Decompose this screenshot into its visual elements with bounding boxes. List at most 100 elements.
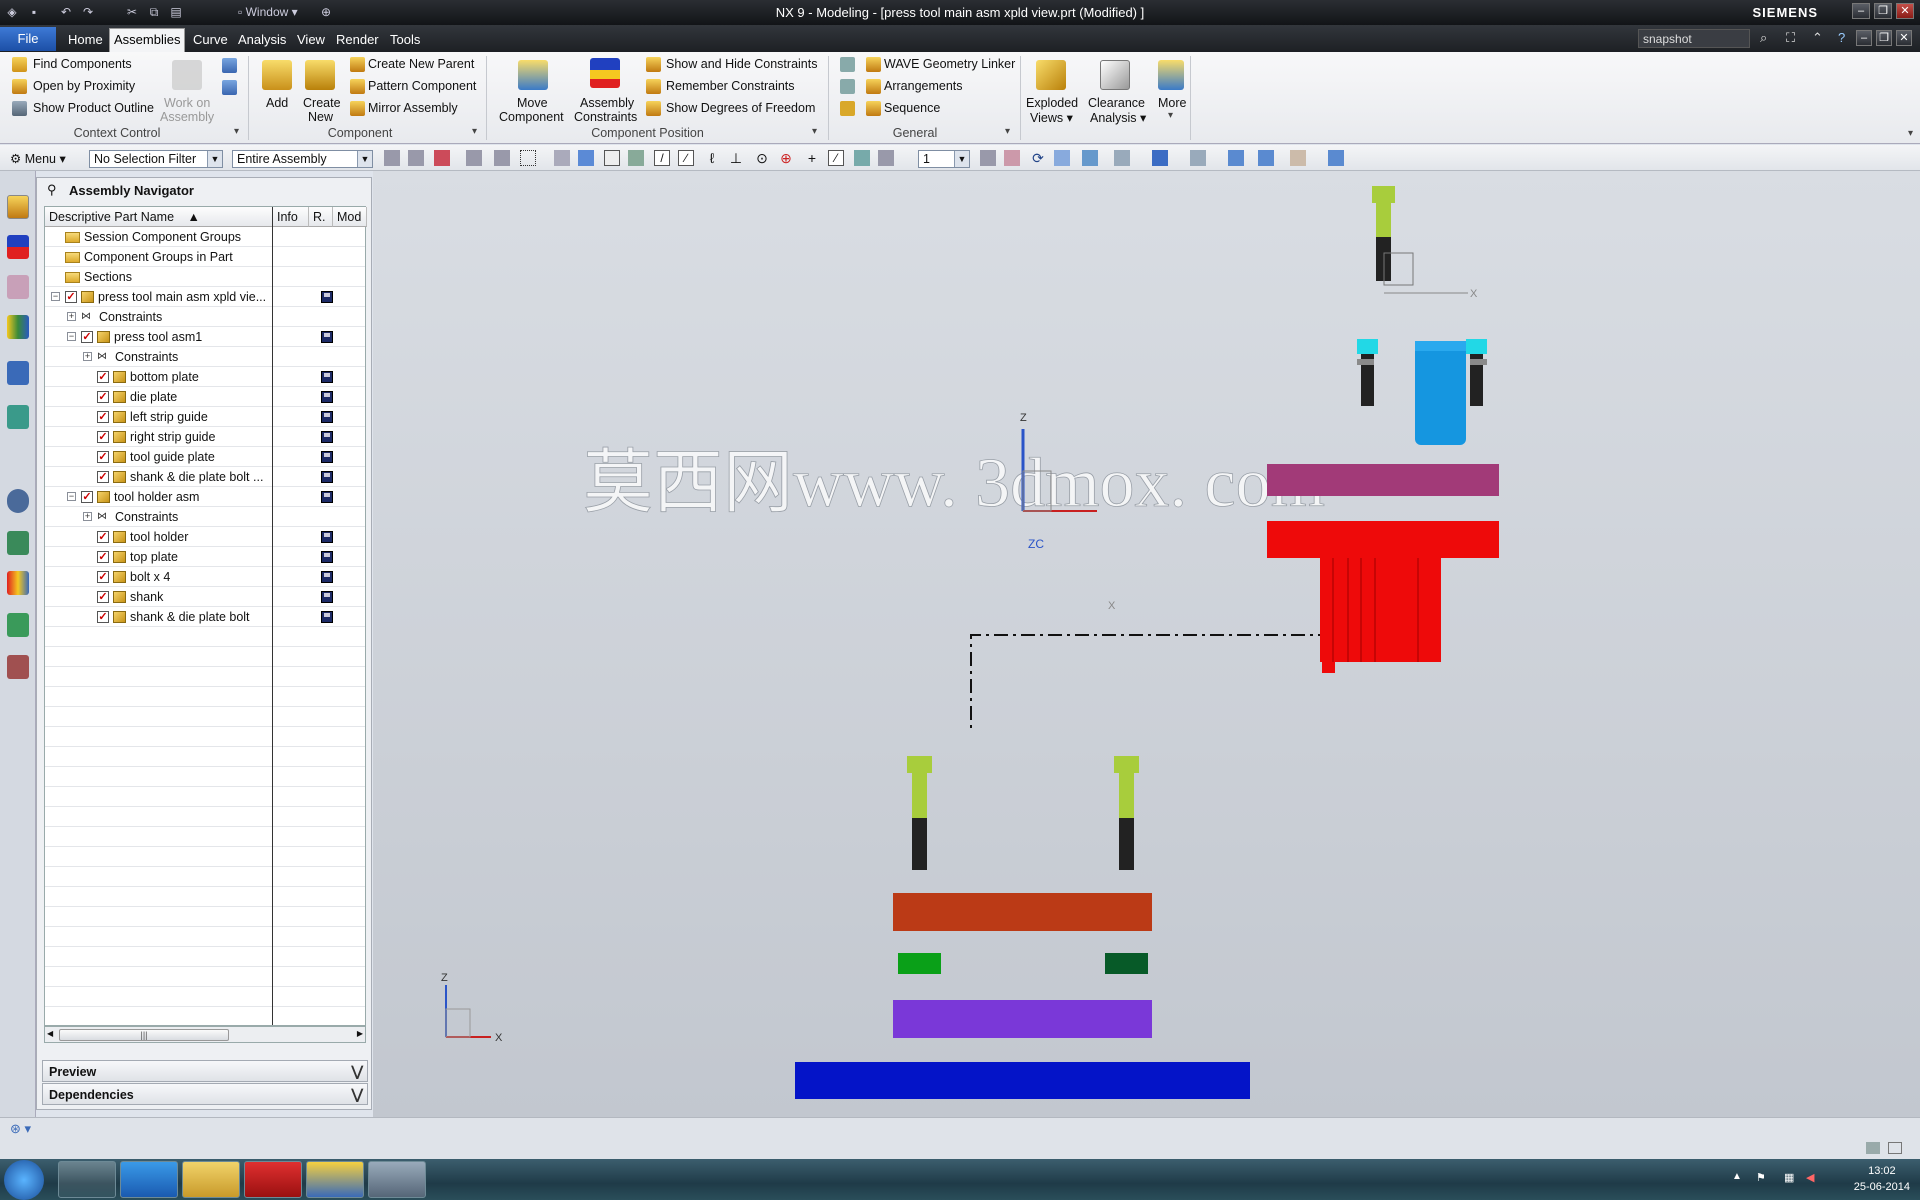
assembly-constraints-label-2[interactable]: Constraints [574,110,637,124]
tree-row[interactable]: ✓ top plate [45,547,365,567]
move-component-label-1[interactable]: Move [517,96,548,110]
doc-close-icon[interactable]: ✕ [1896,30,1912,46]
tab-analysis[interactable]: Analysis [234,29,290,51]
column-header-info[interactable]: Info [273,207,309,227]
assembly-constraints-label-1[interactable]: Assembly [580,96,634,110]
bottom-plate[interactable] [795,1062,1250,1099]
top-plate[interactable] [1267,464,1499,496]
assembly-navigator-icon[interactable] [7,195,29,219]
fit-window-icon[interactable]: ⛶ [1786,30,1795,46]
visibility-checkbox[interactable]: ✓ [81,331,93,343]
command-search-input[interactable] [1638,29,1750,48]
tree-row[interactable]: − ✓ press tool asm1 [45,327,365,347]
cue-line-icon[interactable]: ⊛ ▾ [10,1121,31,1137]
work-on-assembly-label-2[interactable]: Assembly [160,110,214,124]
remember-constraints-button[interactable]: Remember Constraints [666,79,795,93]
tree-row[interactable]: ✓ shank [45,587,365,607]
help-icon[interactable]: ? [1838,30,1845,45]
roles-icon[interactable] [7,613,29,637]
tree-row[interactable]: ✓ bottom plate [45,367,365,387]
tab-curve[interactable]: Curve [189,29,232,51]
close-icon[interactable]: ✕ [1896,3,1914,19]
visibility-checkbox[interactable]: ✓ [97,531,109,543]
work-layer-select[interactable]: 1 ▼ [918,150,970,168]
chevron-down-icon[interactable]: ▾ [234,126,239,137]
show-hide-constraints-button[interactable]: Show and Hide Constraints [666,57,817,71]
end-point-icon[interactable]: / [654,150,670,166]
taskbar-app-paint-icon[interactable] [58,1161,116,1198]
tree-row[interactable]: + ⋈ Constraints [45,507,365,527]
layer-settings-icon[interactable] [878,150,894,166]
collapse-icon[interactable]: − [51,292,60,301]
restore-icon[interactable]: ❐ [1874,3,1892,19]
tree-row[interactable]: ✓ shank & die plate bolt [45,607,365,627]
show-hide-icon[interactable] [1228,150,1244,166]
tool-guide-plate[interactable] [893,1000,1152,1038]
wcs-icon[interactable] [1114,150,1130,166]
visibility-checkbox[interactable]: ✓ [97,611,109,623]
bolt-top-shank[interactable] [1376,203,1391,237]
collapse-icon[interactable]: − [67,492,76,501]
exploded-views-label-2[interactable]: Views ▾ [1030,110,1073,125]
scroll-right-icon[interactable]: ▶ [357,1029,363,1038]
tray-network-icon[interactable]: ▦ [1784,1171,1794,1184]
chevron-down-icon[interactable]: ▾ [1005,126,1010,137]
system-materials-icon[interactable] [7,531,29,555]
system-scenes-icon[interactable] [7,655,29,679]
tab-file[interactable]: File [0,27,56,51]
mirror-assembly-button[interactable]: Mirror Assembly [368,101,458,115]
arrangements-button[interactable]: Arrangements [884,79,963,93]
bolt-die-right-head[interactable] [1114,756,1139,773]
column-header-modified[interactable]: Mod [333,207,367,227]
reset-filter-icon[interactable] [408,150,424,166]
tree-row[interactable]: − ✓ press tool main asm xpld vie... [45,287,365,307]
reuse-library-icon[interactable] [7,315,29,339]
visibility-checkbox[interactable]: ✓ [97,411,109,423]
tab-render[interactable]: Render [332,29,383,51]
die-plate[interactable] [893,893,1152,931]
web-browser-icon[interactable] [7,405,29,429]
visibility-checkbox[interactable]: ✓ [97,391,109,403]
chevron-down-icon[interactable]: ▾ [1168,110,1173,121]
collapse-icon[interactable]: − [67,332,76,341]
group-select-icon[interactable] [628,150,644,166]
sequence-button[interactable]: Sequence [884,101,940,115]
taskbar-clock[interactable]: 13:02 25-06-2014 [1854,1163,1910,1195]
section-view-icon[interactable] [1190,150,1206,166]
minimize-icon[interactable]: – [1852,3,1870,19]
preview-section[interactable]: Preview ⋁ [42,1060,368,1082]
status-option-icon[interactable] [1888,1142,1902,1154]
menu-button[interactable]: ⚙ Menu ▾ [10,151,66,166]
rectangle-select-icon[interactable] [520,150,536,166]
create-new-label-1[interactable]: Create [303,96,341,110]
tab-assemblies[interactable]: Assemblies [109,28,186,52]
bolt-die-right-shank[interactable] [1119,773,1134,818]
hd3d-tools-icon[interactable] [7,361,29,385]
create-new-label-2[interactable]: New [308,110,333,124]
tree-row[interactable]: ✓ die plate [45,387,365,407]
left-strip-guide[interactable] [898,953,941,974]
control-point-icon[interactable]: ℓ [704,150,720,166]
taskbar-acrobat-icon[interactable] [244,1161,302,1198]
pattern-component-button[interactable]: Pattern Component [368,79,476,93]
bolt-die-right[interactable] [1114,756,1139,870]
expand-icon[interactable]: + [67,312,76,321]
point-on-curve-icon[interactable]: ⁄ [828,150,844,166]
scrollbar-thumb[interactable]: ||| [59,1029,229,1041]
start-button-icon[interactable] [4,1160,44,1200]
select-all-icon[interactable] [434,150,450,166]
visibility-checkbox[interactable]: ✓ [97,471,109,483]
tool-holder[interactable] [1267,521,1499,558]
quadrant-icon[interactable]: ⊕ [778,150,794,166]
bolt-die-left-shank[interactable] [912,773,927,818]
tree-row[interactable]: Session Component Groups [45,227,365,247]
tree-row[interactable]: Sections [45,267,365,287]
tree-row[interactable]: + ⋈ Constraints [45,347,365,367]
visibility-checkbox[interactable]: ✓ [97,431,109,443]
selection-scope-select[interactable]: Entire Assembly ▼ [232,150,373,168]
tab-view[interactable]: View [293,29,329,51]
expand-icon[interactable]: + [83,512,92,521]
hide-icon[interactable] [1258,150,1274,166]
column-header-name[interactable]: Descriptive Part Name ▲ [45,207,273,227]
component-icon[interactable] [578,150,594,166]
